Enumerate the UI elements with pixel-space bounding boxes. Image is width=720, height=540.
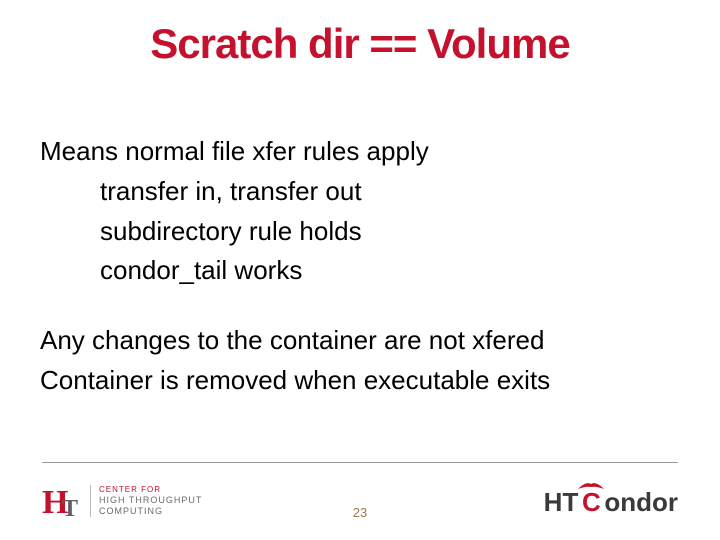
slide: Scratch dir == Volume Means normal file … bbox=[0, 0, 720, 540]
logo-c-wrap: C bbox=[578, 487, 604, 518]
bird-icon bbox=[576, 479, 606, 491]
slide-body: Means normal file xfer rules apply trans… bbox=[40, 135, 680, 404]
body-line: Container is removed when executable exi… bbox=[40, 364, 680, 398]
body-indent-line: subdirectory rule holds bbox=[40, 215, 680, 249]
body-indent-line: transfer in, transfer out bbox=[40, 175, 680, 209]
logo-text-line: CENTER FOR bbox=[99, 485, 202, 495]
body-indent-line: condor_tail works bbox=[40, 254, 680, 288]
body-line: Any changes to the container are not xfe… bbox=[40, 324, 680, 358]
logo-ondor-text: ondor bbox=[604, 487, 678, 518]
body-line: Means normal file xfer rules apply bbox=[40, 135, 680, 169]
logo-c-text: C bbox=[582, 487, 601, 517]
htcondor-logo: HT C ondor bbox=[544, 487, 678, 518]
footer: H T CENTER FOR HIGH THROUGHPUT COMPUTING… bbox=[0, 468, 720, 528]
logo-ht-text: HT bbox=[544, 487, 579, 518]
divider bbox=[42, 462, 678, 463]
slide-title: Scratch dir == Volume bbox=[0, 0, 720, 68]
spacer bbox=[40, 294, 680, 324]
